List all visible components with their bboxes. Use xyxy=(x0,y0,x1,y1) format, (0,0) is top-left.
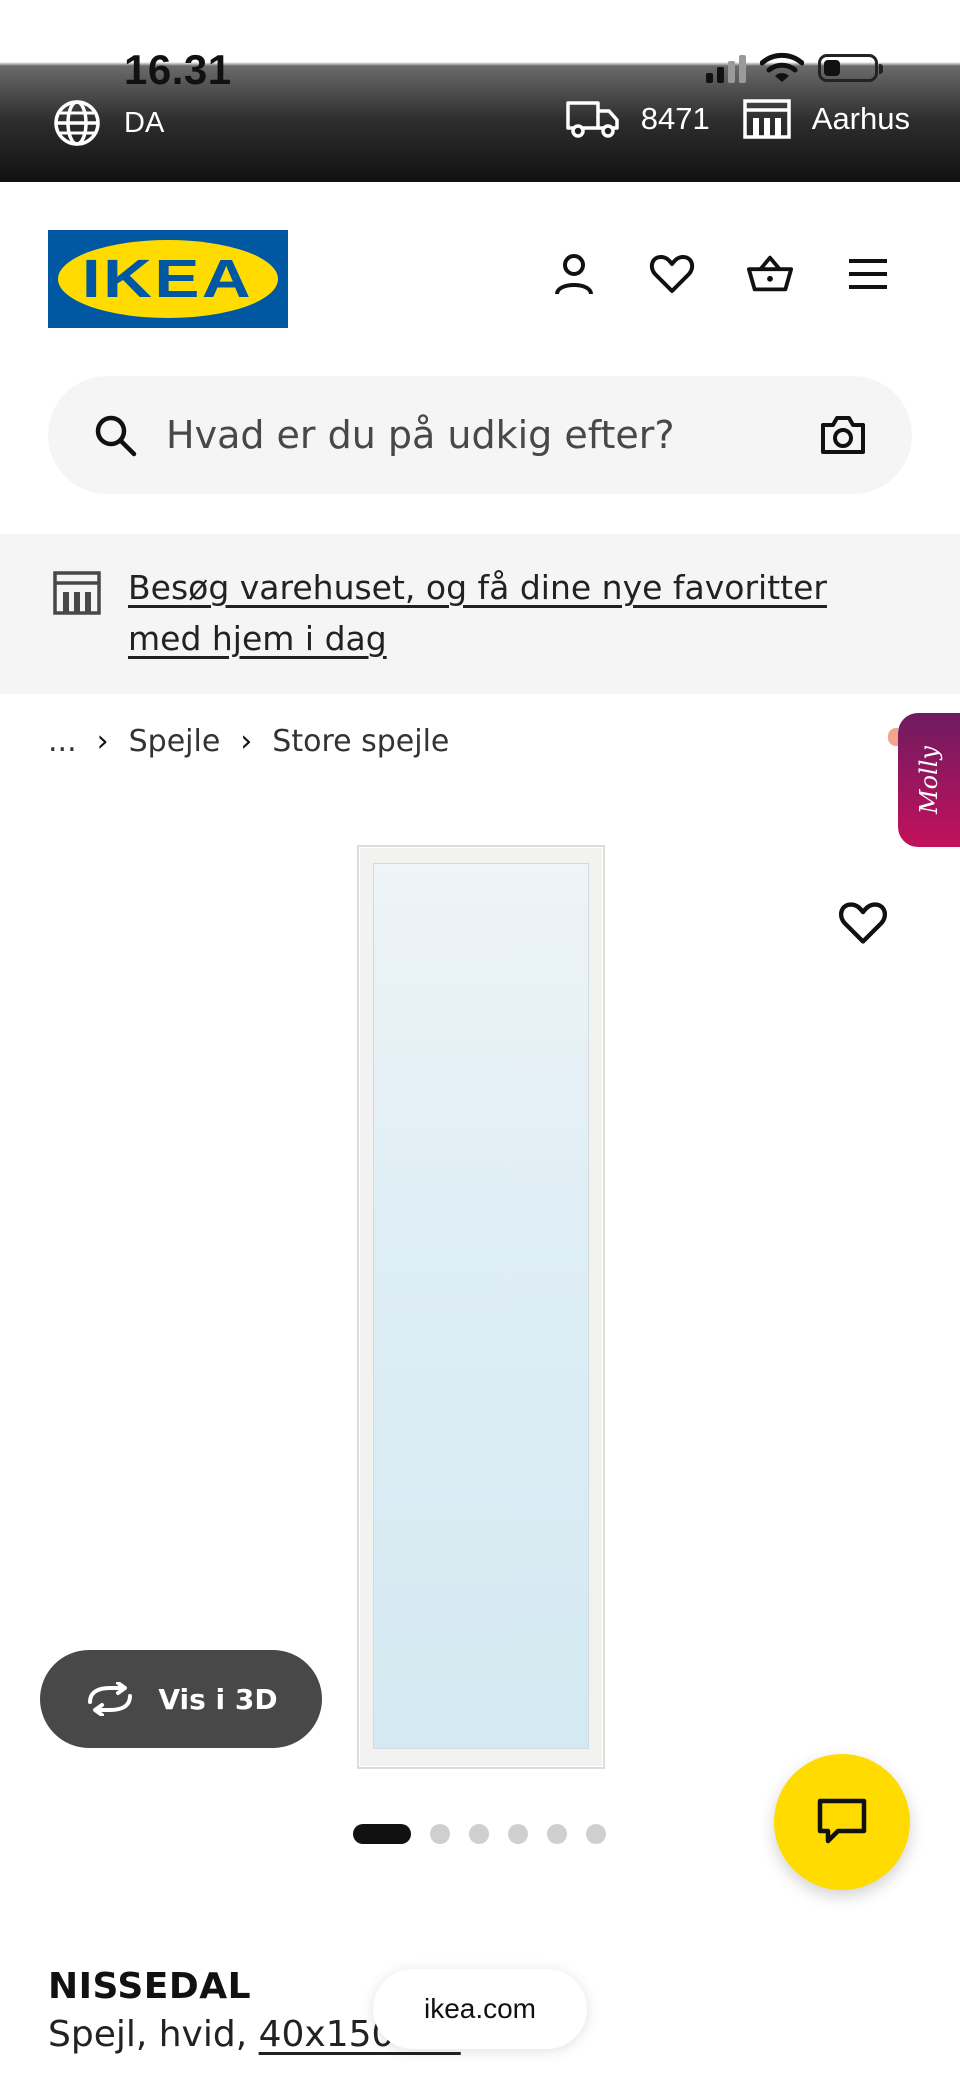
chevron-right-icon: › xyxy=(240,724,253,759)
store-visit-link[interactable]: Besøg varehuset, og få dine nye favoritt… xyxy=(128,562,908,664)
add-to-favourites-heart-icon[interactable] xyxy=(838,898,888,948)
store-icon xyxy=(53,571,101,615)
carousel-dot[interactable] xyxy=(430,1824,450,1844)
search-icon xyxy=(95,415,137,457)
view-in-3d-label: Vis i 3D xyxy=(158,1682,278,1716)
search-bar[interactable]: Hvad er du på udkig efter? xyxy=(48,376,912,494)
image-carousel-indicator xyxy=(353,1824,606,1844)
breadcrumb: ... › Spejle › Store spejle xyxy=(48,724,449,759)
top-bar-right: 8471 Aarhus xyxy=(533,98,910,140)
logo-wordmark: IKEA xyxy=(82,249,254,309)
chevron-right-icon: › xyxy=(96,724,109,759)
product-image[interactable] xyxy=(357,845,605,1769)
carousel-dot[interactable] xyxy=(469,1824,489,1844)
product-description-text: Spejl, hvid, xyxy=(48,2014,259,2055)
store-visit-banner: Besøg varehuset, og få dine nye favoritt… xyxy=(0,534,960,694)
camera-icon[interactable] xyxy=(818,410,868,460)
rotate-3d-icon xyxy=(88,1682,133,1716)
carousel-dot[interactable] xyxy=(586,1824,606,1844)
chat-button[interactable] xyxy=(774,1754,910,1890)
assistant-tab-label: Molly xyxy=(915,746,943,814)
chat-bubble-icon xyxy=(817,1798,867,1844)
header-actions xyxy=(550,250,892,298)
language-label: DA xyxy=(124,106,165,139)
top-bar: 16.31 DA 8471 Aarhus xyxy=(0,0,960,182)
carousel-dot[interactable] xyxy=(547,1824,567,1844)
product-name: NISSEDAL xyxy=(48,1966,252,2007)
status-time: 16.31 xyxy=(124,46,232,93)
carousel-dot[interactable] xyxy=(508,1824,528,1844)
view-in-3d-button[interactable]: Vis i 3D xyxy=(40,1650,322,1748)
breadcrumb-item-spejle[interactable]: Spejle xyxy=(129,724,221,759)
breadcrumb-item-store-spejle[interactable]: Store spejle xyxy=(272,724,449,759)
store-label: Aarhus xyxy=(811,101,910,136)
browser-url-pill[interactable]: ikea.com xyxy=(373,1969,587,2049)
assistant-tab[interactable]: Molly xyxy=(898,713,960,847)
store-selector[interactable]: Aarhus xyxy=(742,98,910,140)
cellular-signal-icon xyxy=(706,53,746,83)
delivery-postal-code[interactable]: 8471 xyxy=(565,98,710,140)
globe-icon xyxy=(54,100,100,146)
delivery-truck-icon xyxy=(566,101,619,138)
hamburger-menu-icon xyxy=(849,259,887,289)
heart-icon xyxy=(649,255,695,293)
ikea-logo[interactable]: IKEA xyxy=(48,230,288,328)
language-selector[interactable]: DA xyxy=(52,98,164,148)
basket-icon xyxy=(746,255,794,292)
account-button[interactable] xyxy=(550,250,598,298)
breadcrumb-ellipsis[interactable]: ... xyxy=(48,724,77,759)
store-icon xyxy=(743,99,791,139)
assistant-notification-dot xyxy=(888,728,898,746)
search-input[interactable]: Hvad er du på udkig efter? xyxy=(166,413,818,457)
favourites-button[interactable] xyxy=(648,250,696,298)
carousel-dot-active[interactable] xyxy=(353,1824,411,1844)
wifi-icon xyxy=(760,52,804,82)
status-icons xyxy=(706,52,883,84)
basket-button[interactable] xyxy=(746,250,794,298)
mirror-glass xyxy=(373,863,589,1749)
user-icon xyxy=(555,254,593,295)
menu-button[interactable] xyxy=(844,250,892,298)
logo-oval: IKEA xyxy=(58,240,278,318)
browser-url: ikea.com xyxy=(423,1993,537,2024)
battery-icon xyxy=(818,54,883,82)
postal-code-label: 8471 xyxy=(640,101,710,136)
